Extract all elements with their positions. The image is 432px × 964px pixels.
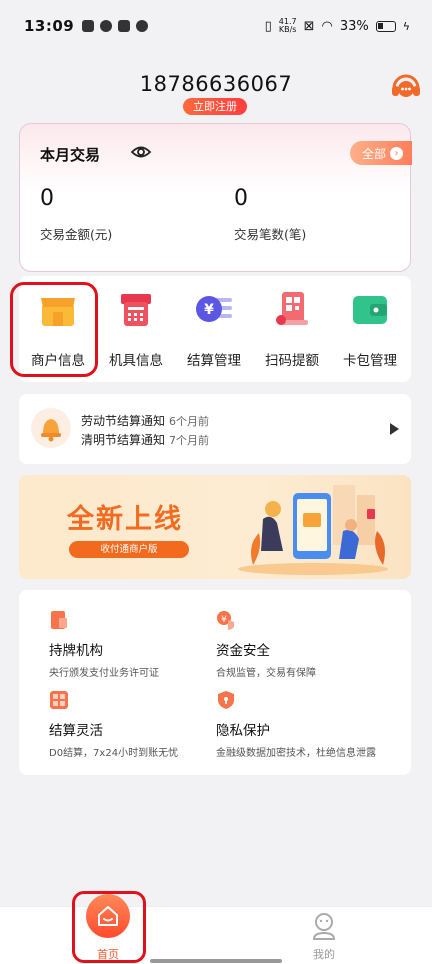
sim-icon: ⊠	[303, 18, 315, 34]
menu-label: 机具信息	[109, 353, 163, 369]
features-panel: 持牌机构 央行颁发支付业务许可证 ¥ 资金安全 合规监管，交易有保障 结算灵活 …	[19, 590, 411, 775]
notice-time: 6个月前	[169, 415, 210, 428]
monthly-transactions-card: 本月交易 全部 › 0 交易金额(元) 0 交易笔数(笔)	[19, 123, 412, 272]
count-value: 0	[234, 186, 248, 211]
wallet-icon	[353, 296, 387, 324]
svg-text:¥: ¥	[221, 615, 227, 625]
register-button[interactable]: 立即注册	[183, 98, 247, 115]
svg-text:¥: ¥	[204, 302, 214, 318]
network-speed: 41.7 KB/s	[279, 18, 297, 34]
count-label: 交易笔数(笔)	[234, 227, 307, 242]
feature-title: 资金安全	[216, 643, 270, 659]
feature-title: 结算灵活	[49, 723, 103, 739]
menu-label: 卡包管理	[343, 353, 397, 369]
bell-icon	[31, 408, 71, 448]
qr-code-icon	[276, 292, 308, 325]
amount-value: 0	[40, 186, 54, 211]
notice-title: 清明节结算通知	[81, 433, 166, 447]
notice-bar[interactable]: 劳动节结算通知 6个月前 清明节结算通知 7个月前	[19, 394, 411, 464]
feature-licensed: 持牌机构 央行颁发支付业务许可证	[49, 610, 239, 679]
shield-lock-icon	[218, 691, 234, 709]
view-all-label: 全部	[362, 146, 387, 161]
feature-flexible-settlement: 结算灵活 D0结算，7x24小时到账无忧	[49, 690, 239, 759]
wechat-icon	[136, 20, 149, 32]
feature-title: 隐私保护	[216, 723, 270, 739]
speed-unit: KB/s	[278, 25, 297, 34]
card-title: 本月交易	[40, 146, 101, 164]
battery-icon	[375, 20, 396, 32]
banner-subtitle: 收付通商户版	[69, 541, 189, 558]
feature-desc: 合规监管，交易有保障	[216, 668, 316, 679]
amount-label: 交易金额(元)	[40, 227, 113, 242]
wifi-icon: ◠	[321, 18, 333, 34]
status-right: ▯ 41.7 KB/s ⊠ ◠ 33% ϟ	[265, 18, 410, 34]
bottom-tab-bar	[0, 906, 432, 964]
header: 18786636067 立即注册	[0, 70, 432, 120]
profile-icon[interactable]	[309, 911, 339, 941]
feature-fund-security: ¥ 资金安全 合规监管，交易有保障	[216, 610, 406, 679]
battery-percent: 33%	[339, 18, 369, 34]
menu-label: 扫码提额	[265, 353, 319, 369]
menu-device-info[interactable]: 机具信息	[97, 290, 175, 376]
feature-desc: 金融级数据加密技术，杜绝信息泄露	[216, 748, 376, 759]
chevron-right-icon: ›	[390, 146, 404, 160]
notice-title: 劳动节结算通知	[81, 414, 166, 428]
vibrate-icon: ▯	[264, 18, 272, 34]
account-phone: 18786636067	[139, 72, 293, 96]
check-icon	[100, 20, 113, 32]
notification-icons	[82, 20, 149, 32]
notice-time: 7个月前	[169, 434, 210, 447]
status-time: 13:09	[24, 17, 75, 35]
eye-icon[interactable]	[130, 142, 152, 162]
status-bar: 13:09 ▯ 41.7 KB/s ⊠ ◠ 33% ϟ	[0, 0, 432, 52]
feature-title: 持牌机构	[49, 643, 103, 659]
feature-privacy: 隐私保护 金融级数据加密技术，杜绝信息泄露	[216, 690, 406, 759]
view-all-button[interactable]: 全部 ›	[350, 141, 412, 165]
banner-illustration	[238, 485, 388, 575]
menu-settlement[interactable]: ¥ 结算管理	[175, 290, 253, 376]
yuan-settlement-icon: ¥	[196, 296, 232, 322]
promo-banner[interactable]: 全新上线 收付通商户版	[19, 475, 411, 579]
app-icon	[118, 20, 131, 32]
license-doc-icon	[51, 611, 67, 629]
highlight-box-home-tab	[72, 891, 146, 963]
feature-desc: D0结算，7x24小时到账无忧	[49, 748, 179, 759]
notice-item[interactable]: 劳动节结算通知 6个月前	[81, 412, 209, 429]
home-indicator[interactable]	[150, 959, 282, 963]
charging-icon: ϟ	[402, 19, 410, 33]
highlight-box-merchant-info	[10, 282, 98, 377]
pos-terminal-icon	[121, 294, 151, 326]
feature-desc: 央行颁发支付业务许可证	[49, 668, 159, 679]
yuan-shield-icon: ¥	[217, 611, 234, 630]
banner-title: 全新上线	[67, 504, 183, 535]
menu-scan-raise[interactable]: 扫码提额	[253, 290, 331, 376]
customer-service-icon[interactable]	[390, 70, 422, 102]
calculator-icon	[50, 691, 68, 709]
notice-item[interactable]: 清明节结算通知 7个月前	[81, 431, 209, 448]
tab-mine-label[interactable]: 我的	[304, 946, 344, 962]
menu-label: 结算管理	[187, 353, 241, 369]
mail-icon	[82, 20, 95, 32]
play-arrow-icon[interactable]	[390, 423, 399, 435]
menu-card-wallet[interactable]: 卡包管理	[331, 290, 409, 376]
